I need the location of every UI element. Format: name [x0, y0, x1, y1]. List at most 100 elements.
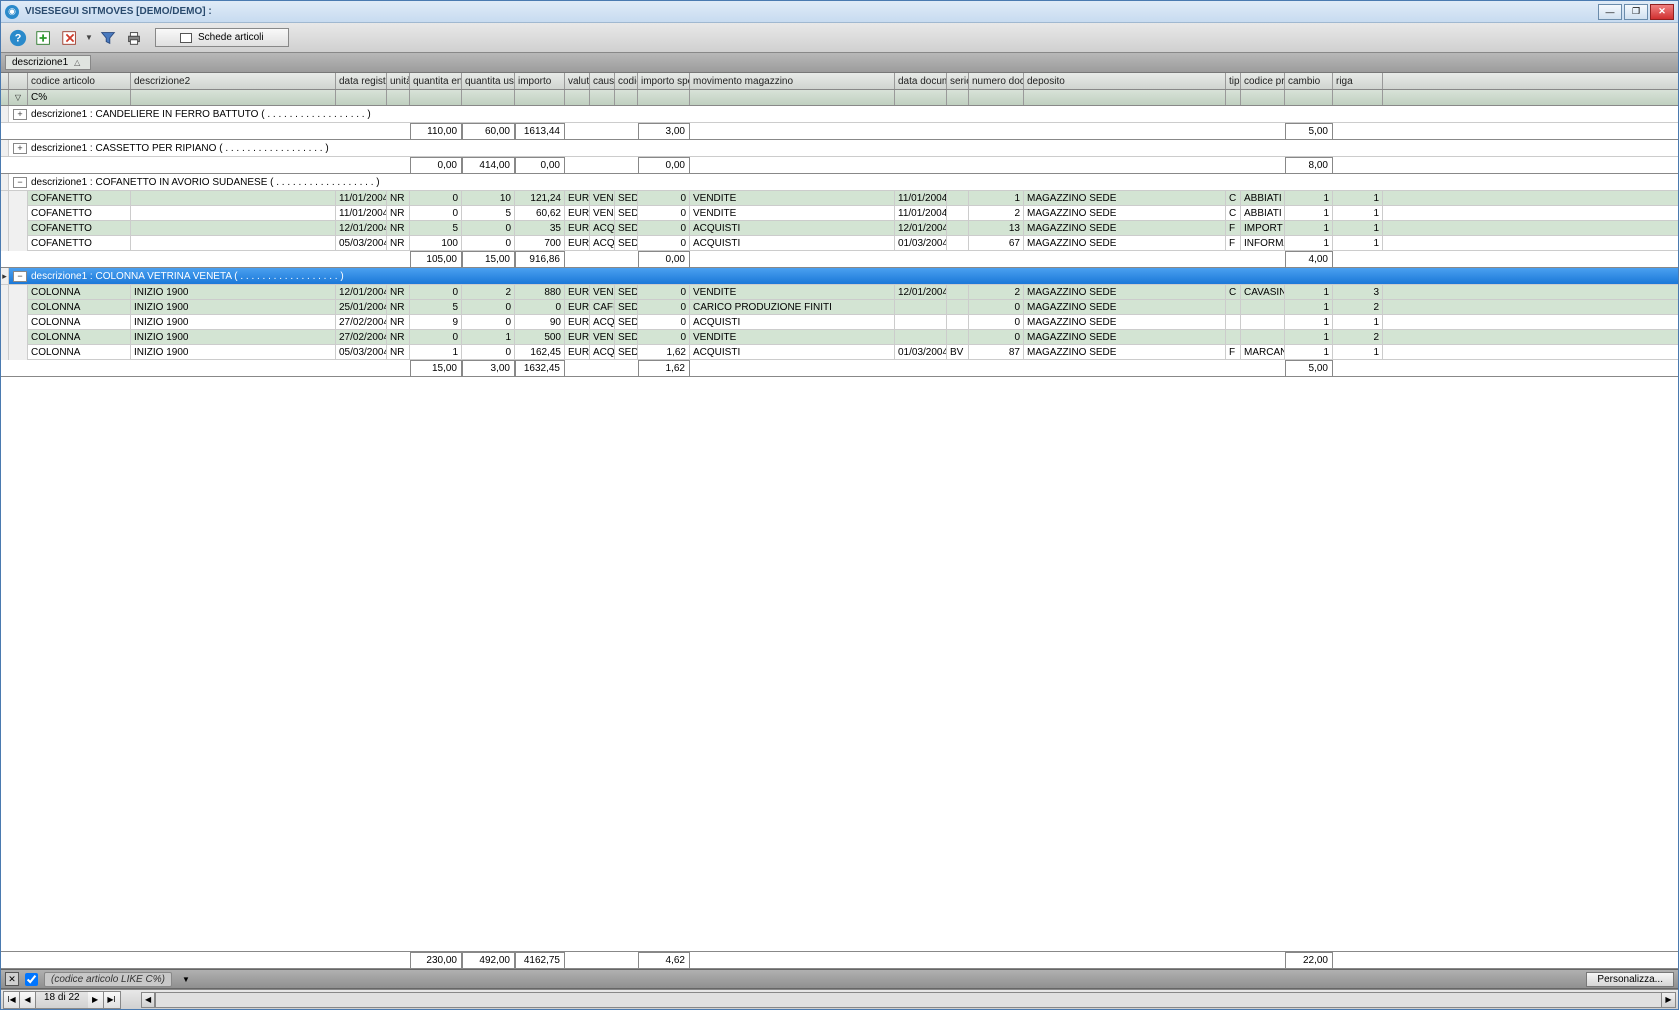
cell-quantita_usci[interactable]: 10 — [462, 191, 515, 206]
cell-importo[interactable]: 162,45 — [515, 345, 565, 360]
delete-dropdown[interactable]: ▼ — [85, 33, 93, 42]
cell-caus[interactable]: ACQ — [590, 236, 615, 251]
cell-cambio[interactable]: 1 — [1285, 191, 1333, 206]
cell-riga[interactable]: 1 — [1333, 315, 1383, 330]
cell-serie[interactable] — [947, 221, 969, 236]
filter-input-data_registra[interactable] — [339, 92, 383, 103]
print-button[interactable] — [123, 27, 145, 49]
cell-quantita_usci[interactable]: 0 — [462, 300, 515, 315]
new-record-button[interactable] — [33, 27, 55, 49]
header-valut[interactable]: valut — [565, 73, 590, 89]
cell-data_registra[interactable]: 11/01/2004 — [336, 191, 387, 206]
cell-codic[interactable]: SED — [615, 236, 638, 251]
cell-tipo[interactable]: C — [1226, 206, 1241, 221]
cell-serie[interactable] — [947, 206, 969, 221]
cell-codice_pro[interactable]: ABBIATI — [1241, 206, 1285, 221]
cell-serie[interactable] — [947, 300, 969, 315]
cell-numero_docu[interactable]: 0 — [969, 315, 1024, 330]
cell-codice_articolo[interactable]: COFANETTO — [28, 191, 131, 206]
data-row[interactable]: COLONNAINIZIO 190025/01/2004NR500EURCAFI… — [1, 300, 1678, 315]
cell-codice_articolo[interactable]: COLONNA — [28, 330, 131, 345]
cell-movimento_magazzino[interactable]: CARICO PRODUZIONE FINITI — [690, 300, 895, 315]
cell-codice_articolo[interactable]: COLONNA — [28, 345, 131, 360]
cell-caus[interactable]: VEN — [590, 285, 615, 300]
cell-unita[interactable]: NR — [387, 315, 410, 330]
cell-cambio[interactable]: 1 — [1285, 300, 1333, 315]
cell-cambio[interactable]: 1 — [1285, 206, 1333, 221]
data-row[interactable]: COLONNAINIZIO 190027/02/2004NR9090EURACQ… — [1, 315, 1678, 330]
personalizza-button[interactable]: Personalizza... — [1586, 972, 1674, 987]
expand-toggle[interactable]: − — [13, 177, 27, 188]
cell-descrizione2[interactable] — [131, 206, 336, 221]
cell-codice_articolo[interactable]: COLONNA — [28, 315, 131, 330]
cell-tipo[interactable] — [1226, 300, 1241, 315]
cell-unita[interactable]: NR — [387, 300, 410, 315]
cell-serie[interactable] — [947, 315, 969, 330]
expand-toggle[interactable]: − — [13, 271, 27, 282]
cell-importo_spes[interactable]: 0 — [638, 300, 690, 315]
cell-movimento_magazzino[interactable]: VENDITE — [690, 285, 895, 300]
cell-quantita_entr[interactable]: 9 — [410, 315, 462, 330]
cell-deposito[interactable]: MAGAZZINO SEDE — [1024, 345, 1226, 360]
cell-numero_docu[interactable]: 2 — [969, 285, 1024, 300]
cell-codic[interactable]: SED — [615, 191, 638, 206]
cell-descrizione2[interactable]: INIZIO 1900 — [131, 345, 336, 360]
filter-input-quantita_usci[interactable] — [465, 92, 511, 103]
filter-input-importo_spes[interactable] — [641, 92, 686, 103]
filter-input-riga[interactable] — [1336, 92, 1379, 103]
filter-movimento_magazzino[interactable] — [690, 90, 895, 105]
cell-data_registra[interactable]: 12/01/2004 — [336, 285, 387, 300]
scroll-right-button[interactable]: ▶ — [1661, 993, 1675, 1007]
data-row[interactable]: COFANETTO11/01/2004NR0560,62EURVENSED0VE… — [1, 206, 1678, 221]
filter-caus[interactable] — [590, 90, 615, 105]
expand-toggle[interactable]: + — [13, 143, 27, 154]
cell-tipo[interactable]: C — [1226, 191, 1241, 206]
cell-numero_docu[interactable]: 13 — [969, 221, 1024, 236]
cell-deposito[interactable]: MAGAZZINO SEDE — [1024, 206, 1226, 221]
cell-unita[interactable]: NR — [387, 221, 410, 236]
cell-caus[interactable]: ACQ — [590, 221, 615, 236]
header-tipo[interactable]: tipo — [1226, 73, 1241, 89]
cell-descrizione2[interactable]: INIZIO 1900 — [131, 315, 336, 330]
cell-data_registra[interactable]: 12/01/2004 — [336, 221, 387, 236]
cell-movimento_magazzino[interactable]: VENDITE — [690, 330, 895, 345]
filter-input-cambio[interactable] — [1288, 92, 1329, 103]
filter-descrizione2[interactable] — [131, 90, 336, 105]
cell-codice_articolo[interactable]: COLONNA — [28, 300, 131, 315]
filter-quantita_entr[interactable] — [410, 90, 462, 105]
cell-unita[interactable]: NR — [387, 206, 410, 221]
cell-quantita_usci[interactable]: 2 — [462, 285, 515, 300]
cell-data_docume[interactable] — [895, 315, 947, 330]
cell-caus[interactable]: VEN — [590, 191, 615, 206]
cell-codice_pro[interactable]: ABBIATI — [1241, 191, 1285, 206]
cell-valut[interactable]: EUR — [565, 345, 590, 360]
next-record-button[interactable]: ▶ — [88, 992, 104, 1008]
cell-unita[interactable]: NR — [387, 345, 410, 360]
header-data_registra[interactable]: data registra — [336, 73, 387, 89]
cell-importo_spes[interactable]: 0 — [638, 191, 690, 206]
cell-importo_spes[interactable]: 0 — [638, 206, 690, 221]
grid-body[interactable]: +descrizione1 : CANDELIERE IN FERRO BATT… — [1, 106, 1678, 951]
scroll-thumb[interactable] — [154, 993, 155, 1007]
cell-movimento_magazzino[interactable]: ACQUISTI — [690, 315, 895, 330]
cell-importo[interactable]: 60,62 — [515, 206, 565, 221]
header-data_docume[interactable]: data docume — [895, 73, 947, 89]
help-button[interactable]: ? — [7, 27, 29, 49]
header-codice_articolo[interactable]: codice articolo — [28, 73, 131, 89]
cell-riga[interactable]: 1 — [1333, 206, 1383, 221]
cell-quantita_usci[interactable]: 0 — [462, 236, 515, 251]
cell-caus[interactable]: ACQ — [590, 315, 615, 330]
cell-quantita_entr[interactable]: 1 — [410, 345, 462, 360]
cell-riga[interactable]: 3 — [1333, 285, 1383, 300]
filter-data_docume[interactable] — [895, 90, 947, 105]
cell-quantita_usci[interactable]: 0 — [462, 315, 515, 330]
cell-numero_docu[interactable]: 67 — [969, 236, 1024, 251]
cell-valut[interactable]: EUR — [565, 206, 590, 221]
cell-data_docume[interactable]: 12/01/2004 — [895, 221, 947, 236]
cell-numero_docu[interactable]: 2 — [969, 206, 1024, 221]
cell-importo[interactable]: 500 — [515, 330, 565, 345]
filter-input-movimento_magazzino[interactable] — [693, 92, 891, 103]
cell-importo[interactable]: 880 — [515, 285, 565, 300]
cell-serie[interactable] — [947, 285, 969, 300]
filter-input-codice_articolo[interactable] — [31, 92, 127, 103]
